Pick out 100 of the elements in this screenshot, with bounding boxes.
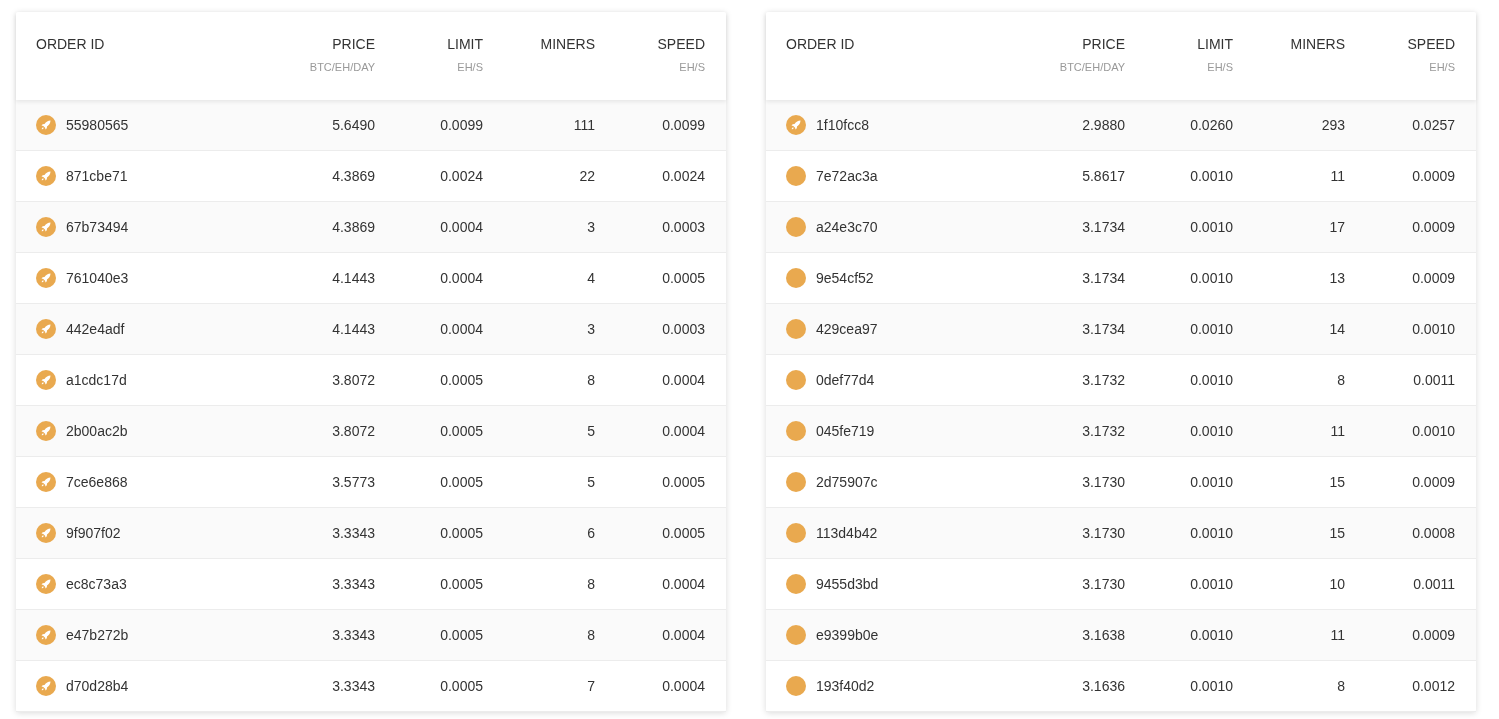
table-cell-text: 3 — [586, 321, 595, 337]
table-cell-text: 5 — [586, 474, 595, 490]
table-cell-text: 0.0004 — [661, 678, 705, 694]
table-cell-text: 0.0010 — [1189, 321, 1233, 337]
column-header: PRICE — [1082, 36, 1125, 52]
table-cell-text: 3.1734 — [1081, 270, 1125, 286]
table-cell-text: 0.0010 — [1189, 168, 1233, 184]
table-cell-text: 0.0009 — [1411, 627, 1455, 643]
table-cell-text: 0.0011 — [1412, 576, 1455, 592]
rocket-icon — [36, 370, 56, 390]
table-cell-text: 8 — [1336, 372, 1345, 388]
order-id: 67b73494 — [66, 219, 129, 235]
table-cell-text: 0.0004 — [661, 627, 705, 643]
table-cell-text: 0.0005 — [439, 678, 483, 694]
order-row[interactable]: 9f907f02 3.3343 0.0005 6 0.0005 — [16, 508, 726, 559]
table-cell-text: 111 — [572, 117, 595, 133]
order-row[interactable]: 55980565 5.6490 0.0099 111 0.0099 — [16, 100, 726, 151]
order-row[interactable]: 429cea97 3.1734 0.0010 14 0.0010 — [766, 304, 1476, 355]
table-cell-text: 0.0260 — [1189, 117, 1233, 133]
status-dot-icon — [786, 319, 806, 339]
table-cell-text: 0.0005 — [439, 423, 483, 439]
table-cell-text: 15 — [1328, 474, 1345, 490]
table-cell-text: 3.3343 — [331, 576, 375, 592]
table-cell-text: 17 — [1328, 219, 1345, 235]
status-dot-icon — [786, 676, 806, 696]
table-cell-text: 3.1734 — [1081, 219, 1125, 235]
table-cell-text: 293 — [1320, 117, 1345, 133]
order-row[interactable]: 193f40d2 3.1636 0.0010 8 0.0012 — [766, 661, 1476, 712]
order-id: e9399b0e — [816, 627, 879, 643]
column-unit: EH/S — [1429, 61, 1455, 73]
order-row[interactable]: e9399b0e 3.1638 0.0010 11 0.0009 — [766, 610, 1476, 661]
table-cell-text: 0.0005 — [661, 525, 705, 541]
order-id: ec8c73a3 — [66, 576, 127, 592]
order-row[interactable]: 113d4b42 3.1730 0.0010 15 0.0008 — [766, 508, 1476, 559]
rocket-icon — [36, 217, 56, 237]
order-row[interactable]: 045fe719 3.1732 0.0010 11 0.0010 — [766, 406, 1476, 457]
order-row[interactable]: e47b272b 3.3343 0.0005 8 0.0004 — [16, 610, 726, 661]
column-header: ORDER ID — [36, 36, 105, 52]
table-cell-text: 0.0009 — [1411, 474, 1455, 490]
table-cell-text: 8 — [586, 576, 595, 592]
table-cell-text: 11 — [1329, 627, 1345, 643]
rocket-icon — [36, 268, 56, 288]
status-dot-icon — [786, 217, 806, 237]
table-cell-text: 3.1730 — [1081, 576, 1125, 592]
order-id: d70d28b4 — [66, 678, 129, 694]
status-dot-icon — [786, 268, 806, 288]
column-unit: BTC/EH/DAY — [309, 61, 375, 73]
table-cell-text: 0.0010 — [1189, 576, 1233, 592]
rocket-icon — [786, 115, 806, 135]
table-cell-text: 0.0005 — [661, 474, 705, 490]
table-cell-text: 3.3343 — [331, 678, 375, 694]
rocket-icon — [36, 166, 56, 186]
table-cell-text: 0.0009 — [1411, 219, 1455, 235]
order-row[interactable]: 67b73494 4.3869 0.0004 3 0.0003 — [16, 202, 726, 253]
status-dot-icon — [786, 523, 806, 543]
table-cell-text: 0.0004 — [439, 270, 483, 286]
rocket-icon — [36, 421, 56, 441]
order-id: 1f10fcc8 — [816, 117, 869, 133]
order-id: 9455d3bd — [816, 576, 879, 592]
table-cell-text: 3.8072 — [331, 372, 375, 388]
table-cell-text: 3.1730 — [1081, 474, 1125, 490]
order-row[interactable]: 1f10fcc8 2.9880 0.0260 293 0.0257 — [766, 100, 1476, 151]
table-cell-text: 3.1638 — [1081, 627, 1125, 643]
table-cell-text: 4.3869 — [331, 219, 375, 235]
table-cell-text: 4.1443 — [331, 321, 375, 337]
order-id: 113d4b42 — [816, 525, 878, 541]
order-id: a24e3c70 — [816, 219, 878, 235]
table-cell-text: 0.0010 — [1189, 525, 1233, 541]
order-row[interactable]: 442e4adf 4.1443 0.0004 3 0.0003 — [16, 304, 726, 355]
table-cell-text: 3.3343 — [331, 525, 375, 541]
rocket-icon — [36, 115, 56, 135]
table-cell-text: 2.9880 — [1081, 117, 1125, 133]
table-cell-text: 3.1730 — [1081, 525, 1125, 541]
table-cell-text: 0.0004 — [439, 219, 483, 235]
table-cell-text: 3.5773 — [331, 474, 375, 490]
column-header: LIMIT — [447, 36, 483, 52]
table-cell-text: 8 — [586, 627, 595, 643]
table-cell-text: 0.0004 — [661, 372, 705, 388]
status-dot-icon — [786, 625, 806, 645]
order-id: 9f907f02 — [66, 525, 121, 541]
order-id: a1cdc17d — [66, 372, 127, 388]
order-row[interactable]: d70d28b4 3.3343 0.0005 7 0.0004 — [16, 661, 726, 712]
column-unit: EH/S — [679, 61, 705, 73]
table-cell-text: 0.0010 — [1189, 474, 1233, 490]
column-header: PRICE — [332, 36, 375, 52]
order-row[interactable]: a24e3c70 3.1734 0.0010 17 0.0009 — [766, 202, 1476, 253]
table-cell-text: 5.8617 — [1081, 168, 1125, 184]
table-cell-text: 0.0024 — [439, 168, 483, 184]
rocket-icon — [36, 574, 56, 594]
order-row[interactable]: 2b00ac2b 3.8072 0.0005 5 0.0004 — [16, 406, 726, 457]
table-cell-text: 0.0005 — [439, 372, 483, 388]
order-id: e47b272b — [66, 627, 129, 643]
table-cell-text: 0.0010 — [1189, 270, 1233, 286]
table-cell-text: 0.0004 — [661, 576, 705, 592]
table-cell-text: 0.0011 — [1412, 372, 1455, 388]
rocket-icon — [36, 472, 56, 492]
table-cell-text: 5.6490 — [331, 117, 375, 133]
table-cell-text: 0.0003 — [661, 321, 705, 337]
table-cell-text: 4.3869 — [331, 168, 375, 184]
order-id: 193f40d2 — [816, 678, 875, 694]
